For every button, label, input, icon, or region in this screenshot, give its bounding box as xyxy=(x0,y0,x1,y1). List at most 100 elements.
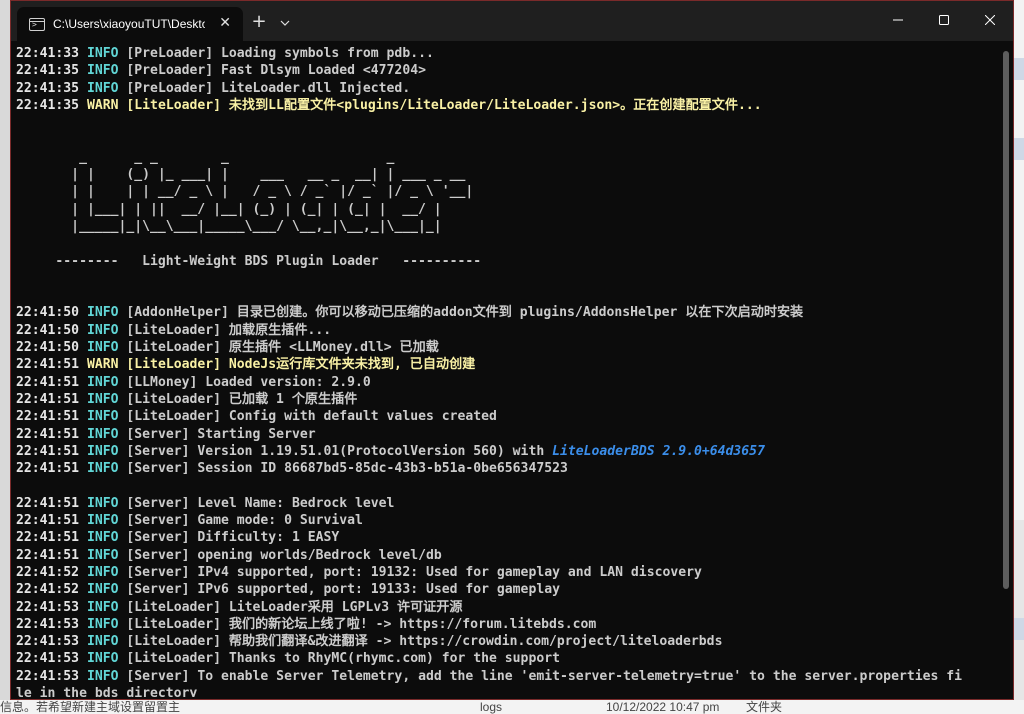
log-level: INFO xyxy=(86,340,119,356)
terminal-window: C:\Users\xiaoyouTUT\Desktop ✕ + 22:41:33… xyxy=(10,0,1014,700)
log-message: [LiteLoader] 我们的新论坛上线了啦! -> https://foru… xyxy=(126,616,597,632)
log-level: INFO xyxy=(86,426,119,442)
log-line: 22:41:53 INFO [LiteLoader] Thanks to Rhy… xyxy=(16,650,996,667)
log-message: [PreLoader] Loading symbols from pdb... xyxy=(126,46,434,61)
log-line: 22:41:53 INFO [LiteLoader] 我们的新论坛上线了啦! -… xyxy=(16,616,996,633)
log-timestamp: 22:41:50 xyxy=(16,322,80,338)
log-message: [LiteLoader] 加载原生插件... xyxy=(126,322,332,338)
background-folder-type: 文件夹 xyxy=(746,700,783,714)
log-timestamp: 22:41:53 xyxy=(16,616,80,632)
log-level: INFO xyxy=(86,530,119,546)
ascii-banner-line: |_____|_|\__\___|_____\___/ \__,_|\__,_|… xyxy=(16,218,442,234)
log-message: [Server] Game mode: 0 Survival xyxy=(126,513,363,529)
log-level: INFO xyxy=(86,322,119,338)
log-level: WARN xyxy=(86,97,119,113)
log-timestamp: 22:41:51 xyxy=(16,374,80,390)
ascii-banner-line xyxy=(16,235,996,252)
log-timestamp: 22:41:53 xyxy=(16,634,80,650)
log-timestamp: 22:41:51 xyxy=(16,530,80,546)
log-level: INFO xyxy=(86,651,119,667)
log-message: le in the bds directory xyxy=(16,685,198,697)
log-message: [LiteLoader] LiteLoader采用 LGPLv3 许可证开源 xyxy=(126,599,463,615)
log-message: [LiteLoader] 未找到LL配置文件<plugins/LiteLoade… xyxy=(126,97,762,113)
log-line: 22:41:51 INFO [LiteLoader] 已加载 1 个原生插件 xyxy=(16,391,996,408)
ascii-banner-line: -------- Light-Weight BDS Plugin Loader … xyxy=(16,253,482,269)
background-strip xyxy=(1014,618,1024,640)
log-level: INFO xyxy=(86,46,119,61)
log-timestamp: 22:41:50 xyxy=(16,340,80,356)
log-timestamp: 22:41:35 xyxy=(16,80,80,96)
log-line: 22:41:50 INFO [LiteLoader] 加载原生插件... xyxy=(16,322,996,339)
log-message: [LLMoney] Loaded version: 2.9.0 xyxy=(126,374,371,390)
log-line: 22:41:35 INFO [PreLoader] Fast Dlsym Loa… xyxy=(16,62,996,79)
title-bar[interactable]: C:\Users\xiaoyouTUT\Desktop ✕ + xyxy=(11,1,1013,41)
log-message: [LiteLoader] Config with default values … xyxy=(126,409,497,425)
log-message: [AddonHelper] 目录已创建。你可以移动已压缩的addon文件到 pl… xyxy=(126,305,804,321)
log-timestamp: 22:41:51 xyxy=(16,443,80,459)
log-line: 22:41:51 INFO [LiteLoader] Config with d… xyxy=(16,408,996,425)
background-folder-date: 10/12/2022 10:47 pm xyxy=(606,700,720,714)
background-folder-name[interactable]: logs xyxy=(480,700,502,714)
log-level: INFO xyxy=(86,564,119,580)
log-timestamp: 22:41:51 xyxy=(16,409,80,425)
log-timestamp: 22:41:53 xyxy=(16,599,80,615)
terminal-icon xyxy=(29,17,45,31)
log-message: [Server] Difficulty: 1 EASY xyxy=(126,530,340,546)
tab-title: C:\Users\xiaoyouTUT\Desktop xyxy=(53,17,205,31)
log-line: 22:41:51 INFO [Server] opening worlds/Be… xyxy=(16,547,996,564)
log-timestamp: 22:41:53 xyxy=(16,668,80,684)
close-button[interactable] xyxy=(967,1,1013,39)
log-line: 22:41:51 INFO [Server] Starting Server xyxy=(16,426,996,443)
log-line: 22:41:51 INFO [Server] Level Name: Bedro… xyxy=(16,495,996,512)
log-message: [LiteLoader] Thanks to RhyMC(rhymc.com) … xyxy=(126,651,560,667)
log-message: [Server] Starting Server xyxy=(126,426,316,442)
close-icon xyxy=(985,15,995,25)
log-message: [Server] opening worlds/Bedrock level/db xyxy=(126,547,442,563)
log-message: [LiteLoader] 帮助我们翻译&改进翻译 -> https://crow… xyxy=(126,634,723,650)
log-line: 22:41:51 WARN [LiteLoader] NodeJs运行库文件夹未… xyxy=(16,356,996,373)
log-line: 22:41:51 INFO [Server] Game mode: 0 Surv… xyxy=(16,512,996,529)
maximize-button[interactable] xyxy=(921,1,967,39)
log-line: 22:41:35 INFO [PreLoader] LiteLoader.dll… xyxy=(16,80,996,97)
ascii-banner-line: | | (_) |_ ___| | ___ __ _ __| | ___ _ _… xyxy=(16,167,466,183)
log-message: [Server] Level Name: Bedrock level xyxy=(126,495,395,511)
log-line: 22:41:51 INFO [Server] Difficulty: 1 EAS… xyxy=(16,529,996,546)
log-line: 22:41:53 INFO [LiteLoader] LiteLoader采用 … xyxy=(16,599,996,616)
minimize-icon xyxy=(893,19,903,21)
minimize-button[interactable] xyxy=(875,1,921,39)
log-level: INFO xyxy=(86,461,119,477)
scrollbar[interactable] xyxy=(999,41,1013,699)
console-output[interactable]: 22:41:33 INFO [PreLoader] Loading symbol… xyxy=(16,45,996,697)
ascii-banner-line: _ _ _ _ _ xyxy=(16,149,395,165)
tab-close-icon[interactable]: ✕ xyxy=(219,15,231,31)
log-level: INFO xyxy=(86,668,119,684)
terminal-tab[interactable]: C:\Users\xiaoyouTUT\Desktop ✕ xyxy=(17,7,243,41)
log-level: INFO xyxy=(86,582,119,598)
log-line: le in the bds directory xyxy=(16,685,996,697)
log-line: 22:41:35 WARN [LiteLoader] 未找到LL配置文件<plu… xyxy=(16,97,996,114)
log-message: [LiteLoader] 原生插件 <LLMoney.dll> 已加载 xyxy=(126,340,439,356)
background-strip xyxy=(1014,138,1024,160)
log-line: 22:41:33 INFO [PreLoader] Loading symbol… xyxy=(16,45,996,62)
new-tab-button[interactable]: + xyxy=(247,11,271,35)
log-line: 22:41:51 INFO [Server] Session ID 86687b… xyxy=(16,460,996,477)
maximize-icon xyxy=(939,15,949,25)
log-level: INFO xyxy=(86,409,119,425)
log-timestamp: 22:41:51 xyxy=(16,513,80,529)
ascii-banner-line: | | | | __/ _ \ | / _ \ / _` |/ _` |/ _ … xyxy=(16,184,474,200)
background-explorer-row: 信息。若希望新建主域设置留置主 logs 10/12/2022 10:47 pm… xyxy=(0,700,1024,714)
chevron-down-icon[interactable] xyxy=(273,11,297,35)
log-level: INFO xyxy=(86,616,119,632)
background-strip xyxy=(1014,58,1024,80)
log-level: INFO xyxy=(86,547,119,563)
log-timestamp: 22:41:52 xyxy=(16,582,80,598)
log-timestamp: 22:41:51 xyxy=(16,357,80,373)
log-level: WARN xyxy=(86,357,119,373)
log-timestamp: 22:41:53 xyxy=(16,651,80,667)
log-message: [LiteLoader] 已加载 1 个原生插件 xyxy=(126,391,358,407)
scrollbar-thumb[interactable] xyxy=(1003,51,1009,589)
